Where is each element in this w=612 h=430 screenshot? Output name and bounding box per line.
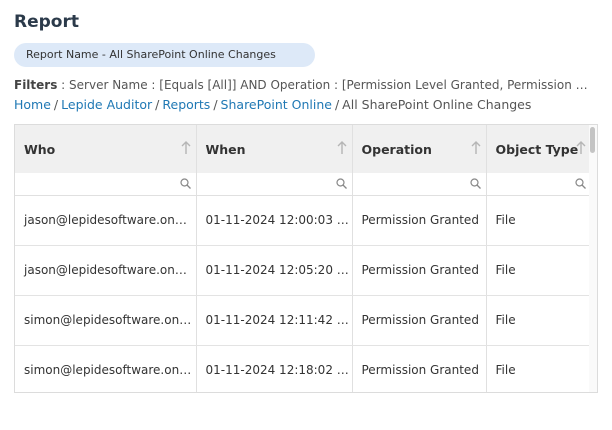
breadcrumb-separator: / bbox=[213, 97, 218, 112]
filters-summary: Filters : Server Name : [Equals [All]] A… bbox=[14, 78, 590, 92]
breadcrumb-lepide-auditor[interactable]: Lepide Auditor bbox=[61, 97, 152, 112]
breadcrumb-home[interactable]: Home bbox=[14, 97, 51, 112]
column-header-object-type[interactable]: Object Type bbox=[486, 125, 591, 173]
filters-label: Filters bbox=[14, 78, 58, 92]
breadcrumb: Home / Lepide Auditor / Reports / SharePoint O… bbox=[14, 97, 594, 112]
table-row[interactable]: jason@lepidesoftware.onmicrosoft.com 01-… bbox=[15, 245, 591, 296]
cell-who: simon@lepidesoftware.onmicrosoft.com bbox=[15, 345, 197, 392]
column-header-label: Object Type bbox=[495, 141, 579, 157]
sort-up-arrow-icon[interactable] bbox=[181, 141, 191, 155]
cell-object-type: File bbox=[486, 195, 591, 246]
cell-object-type: File bbox=[486, 295, 591, 346]
column-header-label: Operation bbox=[361, 141, 432, 157]
column-header-when[interactable]: When bbox=[196, 125, 353, 173]
cell-object-type: File bbox=[486, 245, 591, 296]
cell-who: jason@lepidesoftware.onmicrosoft.com bbox=[15, 195, 197, 246]
page-title: Report bbox=[14, 12, 79, 32]
cell-when: 01-11-2024 12:05:20 AM bbox=[196, 245, 353, 296]
cell-who: jason@lepidesoftware.onmicrosoft.com bbox=[15, 245, 197, 296]
table-row[interactable]: simon@lepidesoftware.onmicrosoft.com 01-… bbox=[15, 345, 591, 392]
table-row[interactable]: simon@lepidesoftware.onmicrosoft.com 01-… bbox=[15, 295, 591, 346]
breadcrumb-separator: / bbox=[53, 97, 59, 112]
grid-scrollbar-thumb[interactable] bbox=[590, 127, 595, 153]
cell-operation: Permission Granted bbox=[352, 245, 487, 296]
cell-when: 01-11-2024 12:00:03 AM bbox=[196, 195, 353, 246]
grid-scrollbar[interactable] bbox=[589, 125, 597, 392]
breadcrumb-reports[interactable]: Reports bbox=[162, 97, 210, 112]
column-header-label: When bbox=[205, 141, 246, 157]
cell-object-type: File bbox=[486, 345, 591, 392]
filter-cell-when bbox=[196, 173, 353, 196]
breadcrumb-sharepoint-online[interactable]: SharePoint Online bbox=[221, 97, 332, 112]
column-header-operation[interactable]: Operation bbox=[352, 125, 487, 173]
filter-input-when[interactable] bbox=[196, 174, 352, 195]
filters-text: : Server Name : [Equals [All]] AND Opera… bbox=[61, 78, 590, 92]
filter-cell-operation bbox=[352, 173, 487, 196]
column-header-who[interactable]: Who bbox=[15, 125, 197, 173]
report-name-badge: Report Name - All SharePoint Online Chan… bbox=[14, 43, 315, 67]
report-grid: Who When Operation Object Type jason@lep… bbox=[14, 124, 598, 393]
cell-when: 01-11-2024 12:11:42 AM bbox=[196, 295, 353, 346]
column-header-label: Who bbox=[24, 141, 56, 157]
grid-filter-row bbox=[15, 173, 591, 196]
filter-cell-object-type bbox=[486, 173, 591, 196]
cell-operation: Permission Granted bbox=[352, 195, 487, 246]
search-icon[interactable] bbox=[179, 178, 191, 189]
grid-header-row: Who When Operation Object Type bbox=[15, 125, 591, 173]
filter-input-who[interactable] bbox=[15, 174, 196, 195]
table-row[interactable]: jason@lepidesoftware.onmicrosoft.com 01-… bbox=[15, 195, 591, 246]
filter-input-operation[interactable] bbox=[352, 174, 486, 195]
filter-cell-who bbox=[15, 173, 197, 196]
cell-when: 01-11-2024 12:18:02 AM bbox=[196, 345, 353, 392]
breadcrumb-separator: / bbox=[155, 97, 160, 112]
breadcrumb-separator: / bbox=[334, 97, 340, 112]
search-icon[interactable] bbox=[335, 178, 347, 189]
sort-up-arrow-icon[interactable] bbox=[337, 141, 347, 155]
sort-up-arrow-icon[interactable] bbox=[576, 141, 586, 155]
report-table: Who When Operation Object Type jason@lep… bbox=[15, 125, 591, 392]
cell-who: simon@lepidesoftware.onmicrosoft.com bbox=[15, 295, 197, 346]
breadcrumb-current: All SharePoint Online Changes bbox=[342, 97, 532, 112]
cell-operation: Permission Granted bbox=[352, 295, 487, 346]
sort-up-arrow-icon[interactable] bbox=[471, 141, 481, 155]
cell-operation: Permission Granted bbox=[352, 345, 487, 392]
search-icon[interactable] bbox=[469, 178, 481, 189]
search-icon[interactable] bbox=[575, 178, 586, 189]
